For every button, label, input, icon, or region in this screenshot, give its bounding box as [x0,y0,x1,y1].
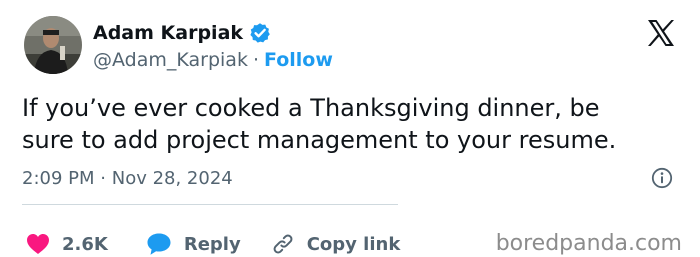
copy-link-label: Copy link [306,233,401,255]
divider [22,204,398,205]
action-bar: 2.6K Reply Copy link [26,232,400,256]
tweet-text-line: If you’ve ever cooked a Thanksgiving din… [22,94,600,122]
copy-link-button[interactable]: Copy link [271,232,401,256]
source-watermark: boredpanda.com [495,231,682,256]
link-icon [273,234,293,254]
handle-separator: · [252,49,259,71]
like-button[interactable]: 2.6K [26,233,108,255]
like-count: 2.6K [62,233,108,255]
tweet-timestamp[interactable]: 2:09 PM · Nov 28, 2024 [22,167,233,191]
author-display-name[interactable]: Adam Karpiak [93,21,243,45]
heart-icon [27,234,49,254]
verified-badge-icon [249,22,271,44]
tweet-date: Nov 28, 2024 [111,168,233,189]
tweet-time: 2:09 PM [22,168,95,189]
info-icon[interactable] [651,167,673,189]
speech-bubble-icon [147,233,171,255]
tweet-text-line: sure to add project management to your r… [22,126,617,154]
x-logo-icon[interactable] [646,18,676,48]
reply-label: Reply [183,233,241,255]
author-handle-row: @Adam_Karpiak · Follow [93,48,333,72]
reply-button[interactable]: Reply [146,232,241,256]
avatar-image [24,16,82,74]
author-name-row[interactable]: Adam Karpiak [93,21,271,45]
author-handle[interactable]: @Adam_Karpiak [93,49,248,71]
tweet-text: If you’ve ever cooked a Thanksgiving din… [22,92,672,156]
timestamp-separator: · [100,168,106,189]
follow-button[interactable]: Follow [264,49,333,71]
avatar[interactable] [24,16,82,74]
